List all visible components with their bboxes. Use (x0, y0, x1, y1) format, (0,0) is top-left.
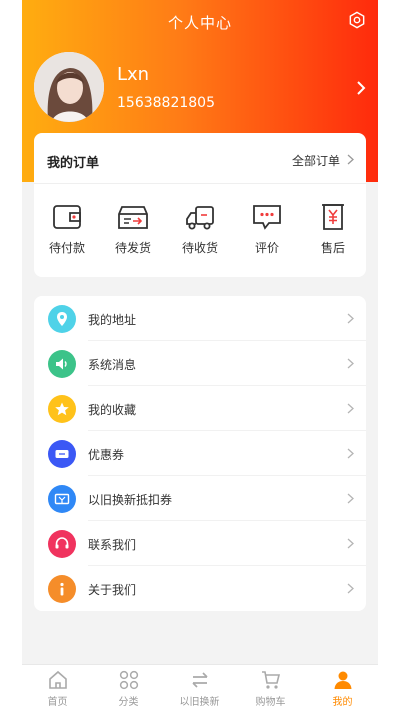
tab-mine[interactable]: 我的 (307, 669, 378, 709)
user-phone: 15638821805 (117, 95, 215, 111)
menu-item-label: 优惠券 (88, 448, 125, 462)
settings-menu: 我的地址 系统消息 我的收藏 优惠券 以旧换新抵扣券 联系我们 关于我们 (34, 296, 366, 611)
order-status-row: 待付款 待发货 待收货 评价 售后 (34, 195, 366, 267)
orders-title: 我的订单 (47, 156, 100, 171)
chevron-right-icon[interactable] (356, 81, 366, 95)
location-icon (48, 305, 76, 333)
user-name[interactable]: Lxn (117, 64, 149, 85)
chevron-right-icon (347, 313, 354, 324)
order-status-label: 待付款 (48, 241, 85, 255)
yuan-icon (322, 204, 344, 230)
menu-item-address[interactable]: 我的地址 (34, 296, 366, 341)
chevron-right-icon (347, 403, 354, 414)
exchange-icon (191, 672, 208, 688)
order-status-label: 售后 (320, 241, 345, 255)
voucher-icon (48, 485, 76, 513)
star-icon (48, 395, 76, 423)
tab-home[interactable]: 首页 (22, 669, 93, 709)
tab-cart[interactable]: 购物车 (235, 669, 306, 709)
order-status-to-ship[interactable]: 待发货 (100, 195, 166, 265)
order-status-label: 待收货 (181, 241, 218, 255)
menu-item-label: 我的地址 (88, 313, 137, 327)
tab-label: 我的 (332, 697, 353, 708)
order-status-after-sales[interactable]: 售后 (300, 195, 366, 265)
order-status-label: 评价 (254, 241, 279, 255)
category-icon (119, 670, 138, 690)
tab-label: 购物车 (255, 697, 286, 708)
chevron-right-icon (347, 583, 354, 594)
chevron-right-icon (347, 154, 354, 165)
truck-icon (186, 206, 214, 230)
headset-icon (48, 530, 76, 558)
profile-screen: 个人中心 Lxn 15638821805 我的订单 全部订单 待付款 待发货 待… (22, 0, 378, 710)
menu-item-system-messages[interactable]: 系统消息 (34, 341, 366, 386)
package-icon (118, 206, 148, 229)
order-status-to-receive[interactable]: 待收货 (167, 195, 233, 265)
tab-label: 首页 (47, 697, 68, 708)
order-status-review[interactable]: 评价 (234, 195, 300, 265)
all-orders-link[interactable]: 全部订单 (292, 152, 340, 169)
tab-label: 分类 (118, 697, 139, 708)
menu-item-contact-us[interactable]: 联系我们 (34, 521, 366, 566)
orders-header[interactable]: 我的订单 全部订单 (34, 133, 366, 184)
menu-item-label: 以旧换新抵扣券 (88, 493, 173, 507)
user-icon (334, 671, 351, 689)
menu-item-label: 联系我们 (88, 538, 137, 552)
avatar[interactable] (34, 52, 104, 122)
menu-item-favorites[interactable]: 我的收藏 (34, 386, 366, 431)
order-status-pending-payment[interactable]: 待付款 (34, 195, 100, 265)
tab-trade-in[interactable]: 以旧换新 (164, 669, 235, 709)
tab-category[interactable]: 分类 (93, 669, 164, 709)
comment-icon (253, 205, 281, 230)
chevron-right-icon (347, 493, 354, 504)
page-title: 个人中心 (167, 14, 232, 32)
menu-item-about-us[interactable]: 关于我们 (34, 566, 366, 611)
cart-icon (261, 671, 280, 689)
menu-item-coupons[interactable]: 优惠券 (34, 431, 366, 476)
bottom-tab-bar: 首页 分类 以旧换新 购物车 我的 (22, 664, 378, 710)
orders-card: 我的订单 全部订单 待付款 待发货 待收货 评价 售后 (34, 133, 366, 277)
speaker-icon (48, 350, 76, 378)
menu-item-label: 关于我们 (88, 583, 137, 597)
chevron-right-icon (347, 358, 354, 369)
chevron-right-icon (347, 538, 354, 549)
order-status-label: 待发货 (114, 241, 151, 255)
menu-item-label: 我的收藏 (88, 403, 137, 417)
chevron-right-icon (347, 448, 354, 459)
coupon-icon (48, 440, 76, 468)
menu-item-label: 系统消息 (88, 358, 137, 372)
settings-icon[interactable] (348, 11, 366, 29)
info-icon (48, 575, 76, 603)
menu-item-trade-in-voucher[interactable]: 以旧换新抵扣券 (34, 476, 366, 521)
tab-label: 以旧换新 (179, 697, 220, 708)
home-icon (48, 670, 67, 689)
wallet-icon (53, 205, 81, 229)
